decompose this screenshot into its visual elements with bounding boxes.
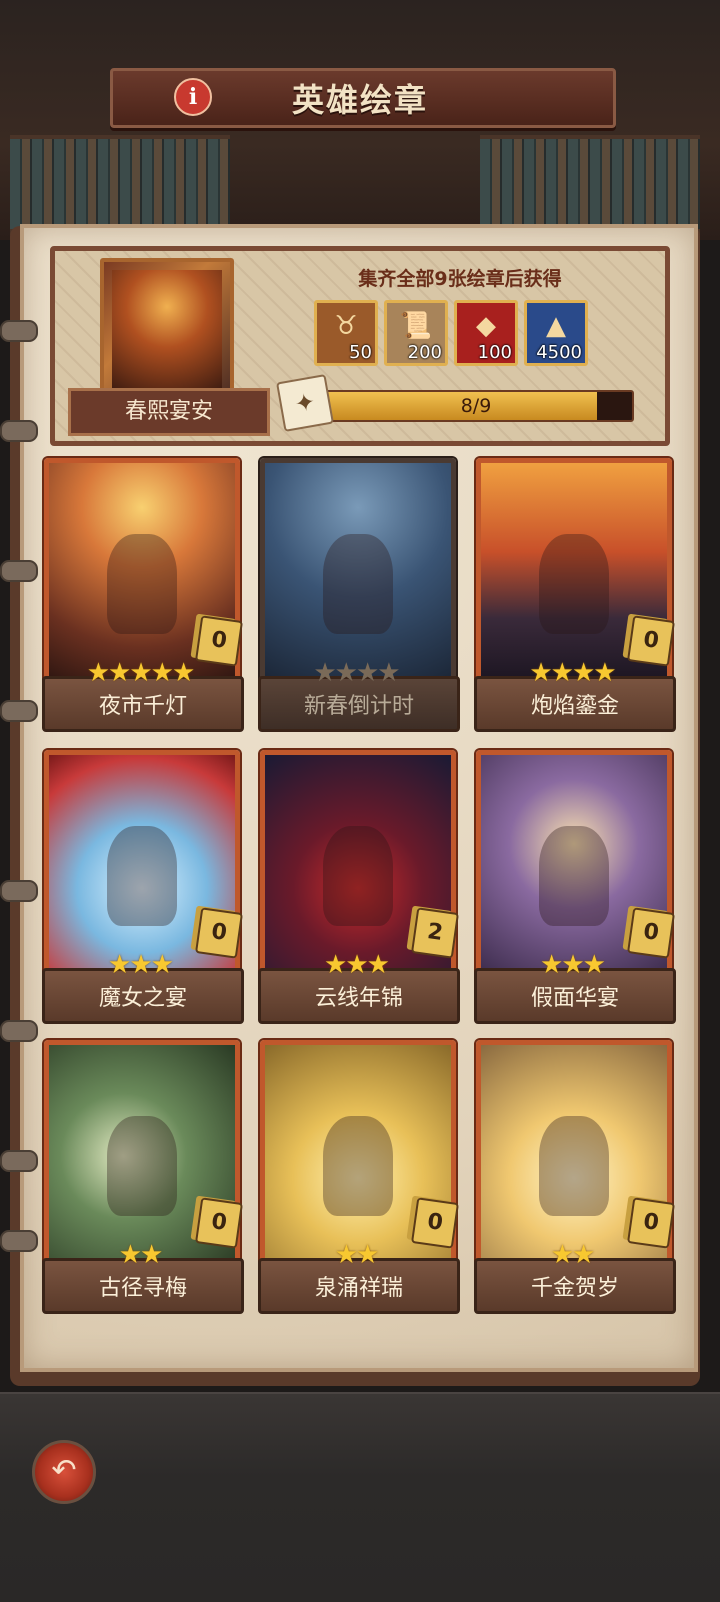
reward-item[interactable]: ♉ 50 xyxy=(314,300,378,366)
card-count-badge: 0 xyxy=(195,1197,243,1249)
hero-card[interactable]: 炮焰鎏金 ★★★★ 0 xyxy=(474,458,676,746)
card-artwork xyxy=(260,458,456,690)
binding-ring xyxy=(0,700,38,722)
card-figure xyxy=(323,826,393,926)
card-figure xyxy=(323,1116,393,1216)
horn-emblem-icon: ♉ xyxy=(334,311,358,341)
card-figure xyxy=(107,1116,177,1216)
card-figure xyxy=(539,826,609,926)
card-stack-icon: ✦ xyxy=(276,374,334,432)
binding-ring xyxy=(0,320,38,342)
progress-text: 8/9 xyxy=(460,395,492,417)
card-count-badge: 0 xyxy=(627,1197,675,1249)
card-count-badge: 0 xyxy=(627,907,675,959)
binding-ring xyxy=(0,420,38,442)
back-arrow-icon: ↶ xyxy=(51,1453,77,1488)
card-figure xyxy=(539,534,609,634)
binding-ring xyxy=(0,1020,38,1042)
bottom-bar xyxy=(0,1392,720,1602)
bookshelf-right xyxy=(480,135,700,235)
binding-ring xyxy=(0,1230,38,1252)
album-name: 春熙宴安 xyxy=(68,388,270,436)
scroll-icon: 📜 xyxy=(399,311,433,341)
card-count-badge: 2 xyxy=(411,907,459,959)
ore-pile-icon: ▲ xyxy=(546,311,566,341)
hero-card[interactable]: 云线年锦 ★★★ 2 xyxy=(258,750,460,1038)
binding-ring xyxy=(0,1150,38,1172)
card-figure xyxy=(539,1116,609,1216)
card-figure xyxy=(107,826,177,926)
red-gem-icon: ◆ xyxy=(476,311,496,341)
reward-item[interactable]: 📜 200 xyxy=(384,300,448,366)
collection-progress-bar: 8/9 xyxy=(318,390,634,422)
binding-ring xyxy=(0,880,38,902)
back-button[interactable]: ↶ xyxy=(32,1440,96,1504)
hero-card[interactable]: 魔女之宴 ★★★ 0 xyxy=(42,750,244,1038)
card-count-badge: 0 xyxy=(195,907,243,959)
album-cover-image[interactable] xyxy=(100,258,234,404)
hero-card[interactable]: 假面华宴 ★★★ 0 xyxy=(474,750,676,1038)
page-title: 英雄绘章 xyxy=(291,81,428,119)
reward-item[interactable]: ◆ 100 xyxy=(454,300,518,366)
hero-card[interactable]: 泉涌祥瑞 ★★ 0 xyxy=(258,1040,460,1328)
hero-card[interactable]: 新春倒计时 ★★★★ xyxy=(258,458,460,746)
hero-card[interactable]: 夜市千灯 ★★★★★ 0 xyxy=(42,458,244,746)
card-count-badge: 0 xyxy=(627,615,675,667)
star-rating: ★★★★ xyxy=(313,658,400,688)
binding-ring xyxy=(0,560,38,582)
bookshelf-left xyxy=(10,135,230,235)
card-count-badge: 0 xyxy=(411,1197,459,1249)
reward-heading: 集齐全部9张绘章后获得 xyxy=(358,268,562,290)
card-figure xyxy=(107,534,177,634)
card-count-badge: 0 xyxy=(195,615,243,667)
card-figure xyxy=(323,534,393,634)
info-icon[interactable]: i xyxy=(174,78,212,116)
reward-item[interactable]: ▲ 4500 xyxy=(524,300,588,366)
hero-card[interactable]: 古径寻梅 ★★ 0 xyxy=(42,1040,244,1328)
hero-card[interactable]: 千金贺岁 ★★ 0 xyxy=(474,1040,676,1328)
